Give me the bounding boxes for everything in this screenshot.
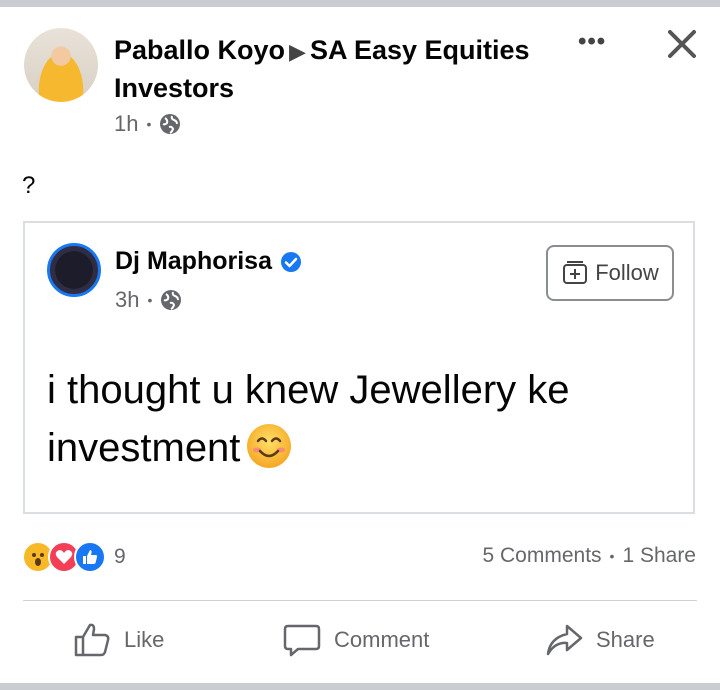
- more-options-icon[interactable]: •••: [578, 28, 606, 56]
- top-separator: [0, 0, 720, 7]
- reaction-count: 9: [114, 545, 126, 568]
- share-icon: [546, 624, 583, 656]
- shared-author-name[interactable]: Dj Maphorisa: [115, 247, 272, 276]
- stats-separator: •: [609, 548, 615, 564]
- like-reaction-icon: [74, 541, 106, 573]
- shared-post-meta: 3h •: [115, 287, 182, 313]
- follow-button[interactable]: Follow: [546, 245, 674, 301]
- comments-count[interactable]: 5 Comments: [482, 544, 601, 568]
- comment-icon: [283, 624, 321, 657]
- follow-label: Follow: [595, 260, 659, 285]
- like-button[interactable]: Like: [72, 620, 164, 660]
- meta-separator: •: [147, 292, 153, 308]
- reaction-summary[interactable]: 9: [22, 541, 126, 573]
- shared-post-time[interactable]: 3h: [115, 287, 139, 313]
- verified-badge-icon: [280, 251, 301, 272]
- author-name[interactable]: Paballo Koyo: [114, 35, 285, 65]
- post-header-title: Paballo Koyo ▶ SA Easy Equities Investors: [114, 32, 564, 106]
- comment-label: Comment: [334, 627, 430, 652]
- share-label: Share: [596, 627, 655, 652]
- engagement-stats: 5 Comments • 1 Share: [482, 544, 696, 568]
- globe-icon: [161, 290, 182, 310]
- shared-post-body: i thought u knew Jewellery ke investment: [47, 361, 677, 477]
- actions-divider: [23, 600, 697, 601]
- comment-button[interactable]: Comment: [282, 620, 429, 660]
- post-text: ?: [22, 172, 36, 199]
- like-label: Like: [124, 627, 165, 652]
- post-time[interactable]: 1h: [114, 111, 138, 137]
- author-avatar[interactable]: [24, 28, 98, 102]
- shared-author-avatar[interactable]: [47, 243, 101, 297]
- globe-icon: [160, 114, 181, 134]
- shared-post-text: i thought u knew Jewellery ke investment: [47, 368, 570, 470]
- close-icon[interactable]: [664, 26, 700, 62]
- arrow-right-icon: ▶: [289, 39, 306, 64]
- shares-count[interactable]: 1 Share: [622, 544, 696, 568]
- share-button[interactable]: Share: [544, 620, 655, 660]
- bottom-separator: [0, 683, 720, 690]
- shared-post-card[interactable]: Dj Maphorisa 3h • Follow i thought u kne…: [23, 221, 695, 514]
- meta-separator: •: [146, 116, 152, 132]
- shared-author-row: Dj Maphorisa: [115, 247, 302, 276]
- post-meta: 1h •: [114, 111, 181, 137]
- smiling-face-emoji: [247, 424, 292, 468]
- like-icon: [74, 623, 110, 657]
- follow-icon: [563, 261, 588, 284]
